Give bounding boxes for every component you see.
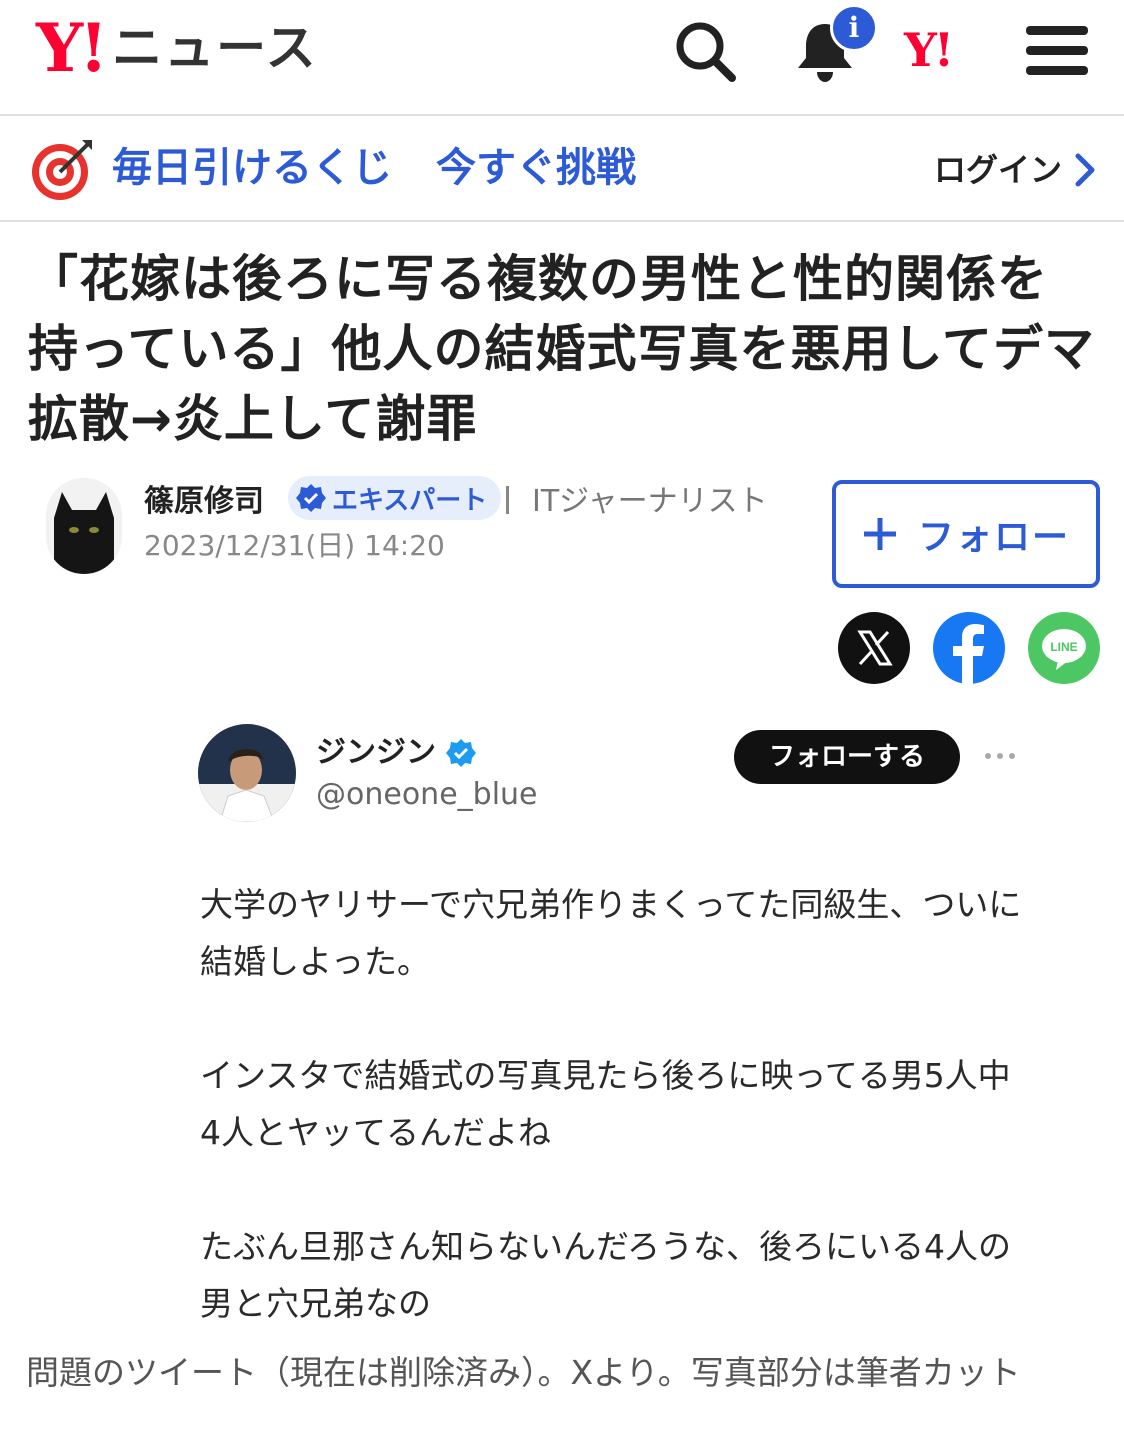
expert-badge: エキスパート bbox=[288, 476, 502, 520]
follow-author-button[interactable]: フォロー bbox=[832, 480, 1100, 588]
dart-target-icon[interactable] bbox=[30, 136, 96, 202]
login-link[interactable]: ログイン bbox=[934, 146, 1062, 194]
search-icon[interactable] bbox=[672, 18, 738, 84]
plus-icon bbox=[863, 518, 896, 550]
article-title: 「花嫁は後ろに写る複数の男性と性的関係を持っている」他人の結婚式写真を悪用してデ… bbox=[28, 250, 1095, 448]
author-avatar[interactable] bbox=[46, 478, 122, 574]
yahoo-news-logo[interactable]: Y! ニュース bbox=[36, 12, 318, 84]
chevron-right-icon[interactable] bbox=[1070, 152, 1100, 188]
tweet-paragraph: たぶん旦那さん知らないんだろうな、後ろにいる4人の男と穴兄弟なの bbox=[200, 1227, 1012, 1323]
author-role: ITジャーナリスト bbox=[532, 484, 768, 519]
tweet-body: 大学のヤリサーで穴兄弟作りまくってた同級生、ついに結婚しよった。 インスタで結婚… bbox=[200, 876, 1030, 1389]
top-header: Y! ニュース i Y! bbox=[0, 0, 1124, 116]
expert-badge-label: エキスパート bbox=[332, 485, 488, 516]
publish-date: 2023/12/31(日) 14:20 bbox=[144, 529, 445, 562]
logo-y: Y! bbox=[36, 9, 108, 87]
notification-badge[interactable]: i bbox=[830, 4, 878, 52]
facebook-icon bbox=[953, 624, 984, 684]
tweet-user-name[interactable]: ジンジン bbox=[316, 732, 436, 774]
hamburger-menu-icon[interactable] bbox=[1026, 26, 1088, 76]
tweet-follow-button[interactable]: フォローする bbox=[734, 730, 960, 784]
share-x-button[interactable] bbox=[838, 612, 910, 684]
x-icon bbox=[857, 630, 893, 666]
follow-label: フォロー bbox=[917, 517, 1070, 558]
image-caption: 問題のツイート（現在は削除済み）。Xより。写真部分は筆者カット bbox=[26, 1353, 1021, 1392]
challenge-label: 今すぐ挑戦 bbox=[436, 145, 636, 191]
logo-text: ニュース bbox=[112, 19, 318, 77]
more-options-icon[interactable] bbox=[982, 746, 1018, 766]
verified-badge-icon bbox=[446, 739, 476, 767]
tweet-paragraph: 大学のヤリサーで穴兄弟作りまくってた同級生、ついに結婚しよった。 bbox=[200, 885, 1022, 981]
verified-check-icon bbox=[296, 484, 326, 512]
tweet-user-handle[interactable]: @oneone_blue bbox=[316, 774, 538, 816]
lottery-promo-link[interactable]: 毎日引けるくじ 今すぐ挑戦 bbox=[112, 140, 636, 196]
share-line-button[interactable]: LINE bbox=[1028, 612, 1100, 684]
line-icon-label: LINE bbox=[1050, 640, 1077, 654]
share-facebook-button[interactable] bbox=[933, 612, 1005, 684]
yahoo-japan-icon[interactable]: Y! bbox=[904, 20, 954, 80]
divider bbox=[506, 486, 509, 514]
line-icon: LINE bbox=[1042, 629, 1086, 670]
tweet-user-avatar[interactable] bbox=[198, 724, 296, 822]
lottery-label: 毎日引けるくじ bbox=[112, 145, 392, 191]
author-name[interactable]: 篠原修司 bbox=[144, 480, 264, 524]
tweet-paragraph: インスタで結婚式の写真見たら後ろに映ってる男5人中4人とヤッてるんだよね bbox=[200, 1056, 1011, 1152]
